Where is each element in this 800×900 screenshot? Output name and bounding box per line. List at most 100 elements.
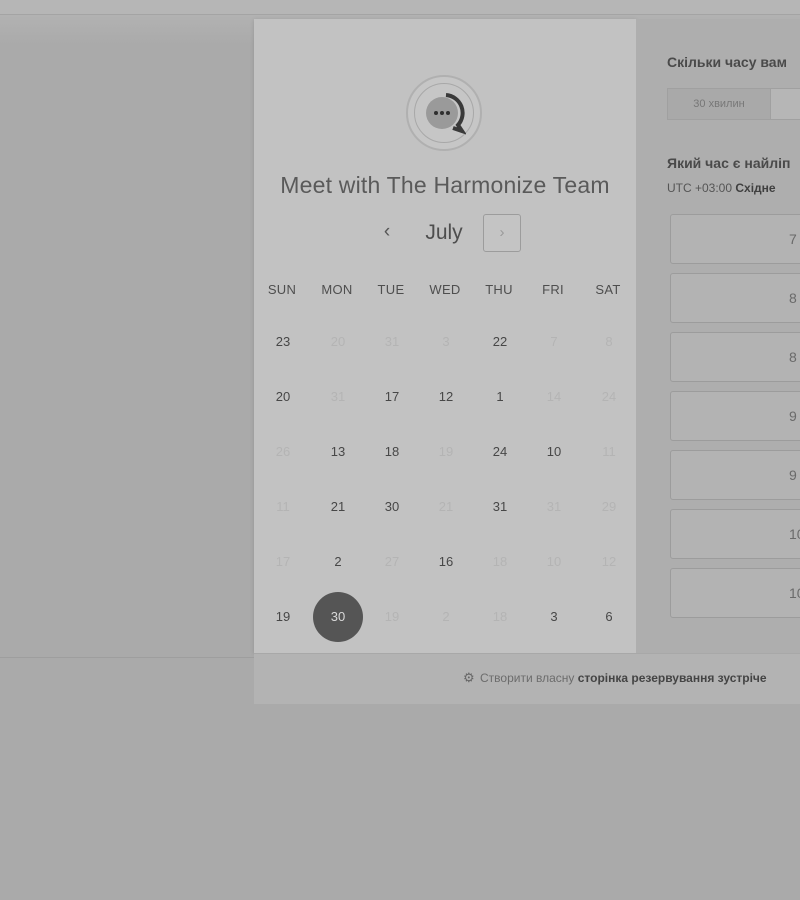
calendar-day: 27 — [367, 537, 417, 587]
calendar-day-number: 14 — [546, 389, 562, 404]
calendar-day-number: 21 — [330, 499, 346, 514]
calendar-day: 17 — [258, 537, 308, 587]
time-slot-label: 8 — [789, 349, 797, 365]
calendar-day[interactable]: 19 — [258, 592, 308, 642]
time-slot-button[interactable]: 9 — [670, 391, 800, 441]
weekday-label: MON — [321, 282, 353, 297]
calendar-day: 2 — [421, 592, 471, 642]
calendar-day[interactable]: 13 — [313, 427, 363, 477]
time-slot-label: 9 — [789, 467, 797, 483]
calendar-day-selected[interactable]: 30 — [313, 592, 363, 642]
calendar-day[interactable]: 1 — [475, 372, 525, 422]
calendar-day-number: 1 — [496, 389, 504, 404]
divider-line — [0, 657, 254, 658]
time-slot-button[interactable]: 9 — [670, 450, 800, 500]
calendar-day-number: 26 — [275, 444, 291, 459]
calendar-day: 18 — [475, 537, 525, 587]
calendar-day-number: 27 — [384, 554, 400, 569]
calendar-day[interactable]: 22 — [475, 317, 525, 367]
calendar-day-number: 21 — [438, 499, 454, 514]
month-label: July — [425, 221, 463, 244]
month-navigation: ‹ July › — [254, 214, 636, 255]
weekday-header: SUN MON TUE WED THU FRI SAT — [254, 282, 636, 302]
time-slot-label: 7 — [789, 231, 797, 247]
time-slot-button[interactable]: 7 — [670, 214, 800, 264]
calendar-day-number: 3 — [442, 334, 450, 349]
calendar-day-number: 19 — [438, 444, 454, 459]
calendar-day: 18 — [475, 592, 525, 642]
calendar-day-number: 31 — [546, 499, 562, 514]
calendar-day-number: 10 — [546, 554, 562, 569]
calendar-day-number: 31 — [492, 499, 508, 514]
time-slot-button[interactable]: 8 — [670, 273, 800, 323]
calendar-day[interactable]: 3 — [529, 592, 579, 642]
calendar-day: 26 — [258, 427, 308, 477]
calendar-day[interactable]: 10 — [529, 427, 579, 477]
calendar-day-number: 2 — [334, 554, 342, 569]
calendar-day: 21 — [421, 482, 471, 532]
duration-tabs: 30 хвилин — [667, 88, 800, 120]
calendar-day[interactable]: 24 — [475, 427, 525, 477]
calendar-day-number: 23 — [275, 334, 291, 349]
time-slot-button[interactable]: 10 — [670, 509, 800, 559]
calendar-day[interactable]: 16 — [421, 537, 471, 587]
calendar-day-number: 8 — [605, 334, 613, 349]
top-bar — [0, 0, 800, 15]
weekday-label: THU — [485, 282, 513, 297]
calendar-day: 12 — [584, 537, 634, 587]
footer-text: Створити власну — [480, 671, 578, 685]
calendar-day-number: 16 — [438, 554, 454, 569]
calendar-day[interactable]: 2 — [313, 537, 363, 587]
calendar-day-number: 18 — [492, 609, 508, 624]
create-page-link[interactable]: ⚙ Створити власну сторінка резервування з… — [463, 670, 767, 686]
time-slot-button[interactable]: 10 — [670, 568, 800, 618]
time-slot-label: 10 — [789, 585, 800, 601]
calendar-day[interactable]: 12 — [421, 372, 471, 422]
calendar-day-number: 18 — [492, 554, 508, 569]
calendar-day-number: 24 — [492, 444, 508, 459]
calendar-day[interactable]: 21 — [313, 482, 363, 532]
calendar-day: 7 — [529, 317, 579, 367]
time-slot-button[interactable]: 8 — [670, 332, 800, 382]
calendar-day[interactable]: 6 — [584, 592, 634, 642]
tz-prefix: UTC +03:00 — [667, 181, 736, 195]
scheduler-panel: Скільки часу вам 30 хвилин Який час є на… — [636, 19, 800, 653]
calendar-day-number: 19 — [384, 609, 400, 624]
prev-month-button[interactable]: ‹ — [375, 221, 399, 245]
calendar-day-number: 17 — [384, 389, 400, 404]
calendar-day-number: 12 — [438, 389, 454, 404]
calendar-day[interactable]: 31 — [475, 482, 525, 532]
calendar-day-number: 22 — [492, 334, 508, 349]
next-month-button[interactable]: › — [483, 214, 521, 252]
calendar-day: 29 — [584, 482, 634, 532]
calendar-day-number: 6 — [605, 609, 613, 624]
calendar-day-number: 11 — [602, 444, 616, 459]
tz-name: Східне — [735, 181, 776, 195]
calendar-day-number: 2 — [442, 609, 450, 624]
calendar-day: 24 — [584, 372, 634, 422]
weekday-label: FRI — [542, 282, 564, 297]
calendar-day-number: 30 — [384, 499, 400, 514]
footer: ⚙ Створити власну сторінка резервування з… — [254, 653, 800, 704]
calendar-day: 31 — [367, 317, 417, 367]
calendar-day-number: 10 — [546, 444, 562, 459]
calendar-day-number: 20 — [275, 389, 291, 404]
calendar-day-number: 29 — [601, 499, 617, 514]
duration-option-30[interactable]: 30 хвилин — [668, 89, 771, 119]
calendar-day: 19 — [367, 592, 417, 642]
calendar-day[interactable]: 17 — [367, 372, 417, 422]
calendar-day-number: 3 — [550, 609, 558, 624]
calendar-day[interactable]: 20 — [258, 372, 308, 422]
calendar-day[interactable]: 18 — [367, 427, 417, 477]
calendar-day-number: 17 — [275, 554, 291, 569]
calendar-day[interactable]: 23 — [258, 317, 308, 367]
calendar-panel: Meet with The Harmonize Team ‹ July › SU… — [254, 19, 636, 653]
calendar-day[interactable]: 30 — [367, 482, 417, 532]
calendar-day-number: 7 — [550, 334, 558, 349]
calendar-day: 31 — [529, 482, 579, 532]
timezone-label: UTC +03:00 Східне — [667, 181, 776, 195]
time-question: Який час є найліп — [667, 155, 791, 171]
weekday-label: SUN — [267, 282, 297, 297]
weekday-label: SAT — [595, 282, 621, 297]
calendar-day-number: 24 — [601, 389, 617, 404]
